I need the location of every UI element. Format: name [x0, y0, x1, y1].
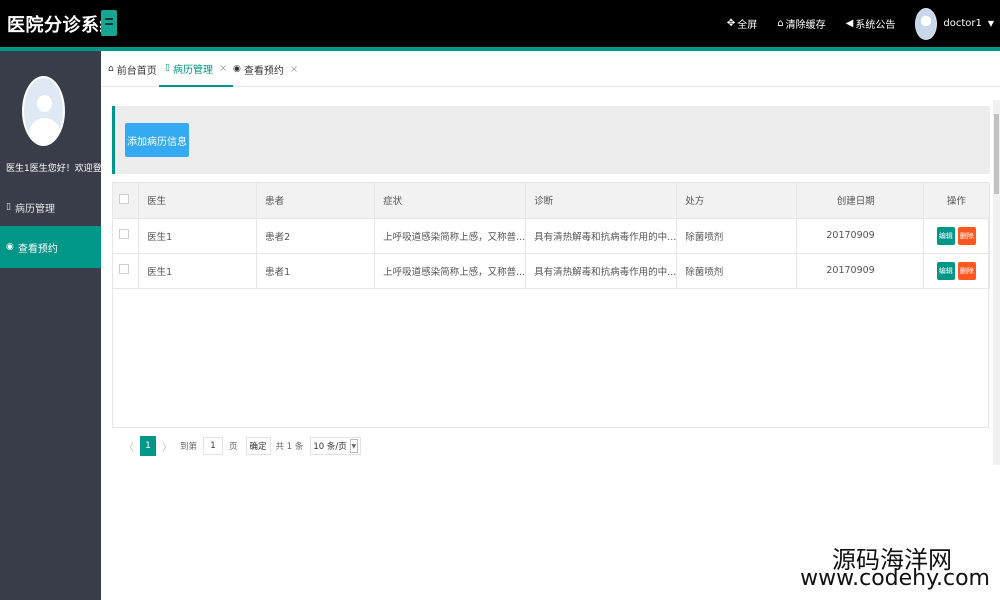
tab-label: 查看预约	[243, 65, 284, 77]
tab-label: 病历管理	[172, 64, 213, 76]
page-unit-label: 页	[229, 442, 238, 452]
user-avatar	[22, 76, 65, 146]
column-header: 操作	[923, 183, 991, 219]
fullscreen-icon: ✥	[726, 18, 736, 29]
page-input[interactable]: 1	[203, 437, 224, 455]
confirm-button[interactable]: 确定	[245, 437, 271, 455]
vertical-scrollbar[interactable]	[993, 100, 1000, 465]
cell-date: 20170909	[796, 253, 924, 289]
total-label: 共 1 条	[275, 442, 304, 452]
select-all-checkbox[interactable]	[113, 183, 140, 219]
avatar[interactable]	[915, 7, 938, 40]
edit-button[interactable]: 编辑	[936, 226, 955, 245]
cell-diagnosis: 具有清热解毒和抗病毒作用的中...	[525, 253, 678, 289]
edit-button[interactable]: 编辑	[936, 261, 955, 280]
sidebar-toggle-button[interactable]	[101, 10, 117, 36]
chevron-down-icon[interactable]: ▼	[988, 19, 994, 28]
tab-label: 前台首页	[116, 65, 157, 77]
delete-button[interactable]: 删除	[957, 261, 976, 280]
home-icon: ⌂	[108, 64, 114, 74]
clock-icon: ◉	[6, 242, 14, 252]
page-size-select[interactable]: 10 条/页 ▼	[310, 437, 361, 455]
cell-date: 20170909	[796, 218, 924, 254]
column-header[interactable]: 医生	[138, 183, 258, 219]
records-table: 医生 患者 症状 诊断 处方 创建日期 操作 医生1 患者2 上呼吸道感染简称上…	[112, 182, 991, 428]
add-record-button[interactable]: 添加病历信息	[125, 123, 189, 157]
watermark-url: www.codehy.com	[800, 566, 990, 591]
document-icon: ▯	[6, 202, 11, 212]
cell-diagnosis: 具有清热解毒和抗病毒作用的中...	[525, 218, 678, 254]
close-icon[interactable]: ×	[219, 63, 227, 74]
sidebar-item-label: 病历管理	[14, 203, 55, 215]
table-header-row: 医生 患者 症状 诊断 处方 创建日期 操作	[113, 183, 991, 219]
sidebar-item-records[interactable]: ▯ 病历管理	[0, 186, 101, 228]
next-page-icon[interactable]: 〉	[162, 439, 172, 454]
sidebar: 医生1医生您好！欢迎登录 ▯ 病历管理 ◉ 查看预约	[0, 51, 111, 600]
column-header[interactable]: 患者	[256, 183, 376, 219]
column-header[interactable]: 创建日期	[796, 183, 924, 219]
top-bar: 医院分诊系统 ✥ 全屏 ⌂ 清除缓存 ◀ 系统公告 doctor1 ▼	[0, 0, 1000, 47]
cell-prescription: 除菌喷剂	[676, 218, 797, 254]
tab-records[interactable]: ▯ 病历管理 ×	[159, 51, 234, 87]
clear-cache-label: 清除缓存	[785, 20, 826, 31]
clear-cache-link[interactable]: ⌂ 清除缓存	[777, 16, 825, 31]
prev-page-icon[interactable]: 〈	[124, 439, 134, 454]
megaphone-icon: ◀	[845, 18, 854, 29]
clock-icon: ◉	[233, 64, 241, 74]
cell-patient: 患者2	[256, 218, 376, 254]
trash-icon: ⌂	[777, 18, 784, 29]
pagination: 〈 1 〉 到第 1 页 确定 共 1 条 10 条/页 ▼	[118, 435, 361, 457]
row-checkbox[interactable]	[113, 218, 140, 254]
table-row[interactable]: 医生1 患者2 上呼吸道感染简称上感，又称普... 具有清热解毒和抗病毒作用的中…	[113, 218, 991, 254]
cell-actions: 编辑 删除	[923, 218, 991, 254]
top-links: ✥ 全屏 ⌂ 清除缓存 ◀ 系统公告 doctor1 ▼	[727, 0, 1000, 47]
toolbar: 添加病历信息	[112, 106, 990, 174]
fullscreen-label: 全屏	[737, 20, 758, 31]
cell-doctor: 医生1	[138, 253, 258, 289]
system-notice-label: 系统公告	[855, 20, 896, 31]
cell-patient: 患者1	[256, 253, 376, 289]
column-header[interactable]: 诊断	[525, 183, 678, 219]
sidebar-item-label: 查看预约	[17, 243, 58, 255]
column-header[interactable]: 处方	[676, 183, 797, 219]
tab-home[interactable]: ⌂ 前台首页	[108, 51, 157, 87]
table-row[interactable]: 医生1 患者1 上呼吸道感染简称上感，又称普... 具有清热解毒和抗病毒作用的中…	[113, 253, 991, 289]
close-icon[interactable]: ×	[290, 64, 298, 75]
goto-label: 到第	[180, 442, 198, 452]
column-header[interactable]: 症状	[374, 183, 527, 219]
tab-bar: ⌂ 前台首页 ▯ 病历管理 × ◉ 查看预约 ×	[101, 51, 1000, 87]
cell-symptom: 上呼吸道感染简称上感，又称普...	[374, 253, 527, 289]
page-size-value: 10 条/页	[313, 442, 347, 452]
user-name[interactable]: doctor1	[943, 18, 981, 29]
welcome-text: 医生1医生您好！欢迎登录	[6, 164, 111, 174]
cell-actions: 编辑 删除	[923, 253, 991, 289]
sidebar-item-appointments[interactable]: ◉ 查看预约	[0, 226, 101, 268]
chevron-down-icon: ▼	[349, 439, 358, 453]
cell-prescription: 除菌喷剂	[676, 253, 797, 289]
tab-appointments[interactable]: ◉ 查看预约 ×	[233, 51, 298, 87]
fullscreen-link[interactable]: ✥ 全屏	[727, 16, 757, 31]
system-notice-link[interactable]: ◀ 系统公告	[846, 16, 896, 31]
delete-button[interactable]: 删除	[957, 226, 976, 245]
row-checkbox[interactable]	[113, 253, 140, 289]
document-icon: ▯	[165, 63, 170, 73]
cell-doctor: 医生1	[138, 218, 258, 254]
current-page-button[interactable]: 1	[140, 436, 156, 456]
cell-symptom: 上呼吸道感染简称上感，又称普...	[374, 218, 527, 254]
